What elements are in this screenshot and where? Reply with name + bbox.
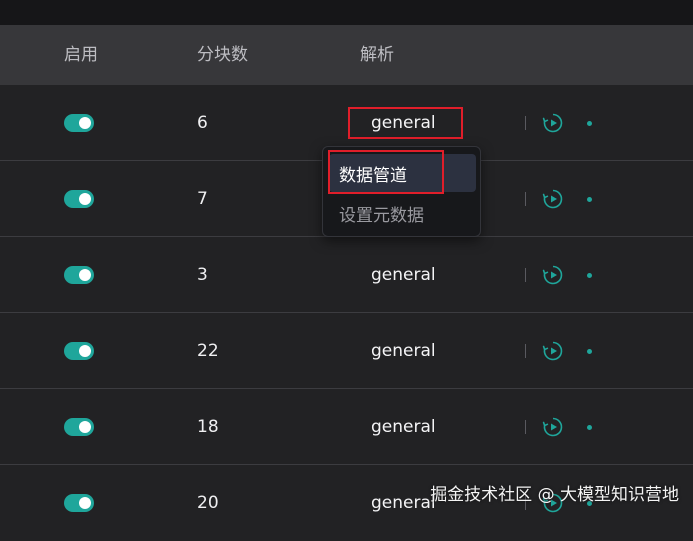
enable-toggle[interactable]: [64, 190, 94, 208]
more-dot-icon[interactable]: [587, 121, 592, 126]
play-refresh-icon[interactable]: [542, 112, 564, 134]
parse-method[interactable]: general: [371, 313, 436, 389]
chunk-count: 6: [197, 85, 208, 161]
column-header-chunks: 分块数: [197, 25, 248, 85]
chunk-count: 7: [197, 161, 208, 237]
chunk-count: 3: [197, 237, 208, 313]
top-bar: [0, 0, 693, 25]
chunk-count: 18: [197, 389, 219, 465]
menu-item-data-pipeline[interactable]: 数据管道: [329, 154, 476, 192]
table-row: 22 general: [0, 313, 693, 389]
menu-item-set-metadata[interactable]: 设置元数据: [329, 197, 476, 229]
play-refresh-icon[interactable]: [542, 340, 564, 362]
divider: [525, 420, 526, 434]
enable-toggle[interactable]: [64, 494, 94, 512]
play-refresh-icon[interactable]: [542, 264, 564, 286]
watermark: 掘金技术社区 @ 大模型知识营地: [430, 480, 679, 505]
divider: [525, 116, 526, 130]
divider: [525, 192, 526, 206]
parse-method[interactable]: general: [371, 389, 436, 465]
enable-toggle[interactable]: [64, 342, 94, 360]
enable-toggle[interactable]: [64, 114, 94, 132]
column-header-parse: 解析: [360, 25, 394, 85]
more-dot-icon[interactable]: [587, 273, 592, 278]
parse-dropdown-menu: 数据管道 设置元数据: [322, 146, 481, 237]
parse-method[interactable]: general: [371, 237, 436, 313]
play-refresh-icon[interactable]: [542, 416, 564, 438]
more-dot-icon[interactable]: [587, 425, 592, 430]
table-row: 3 general: [0, 237, 693, 313]
divider: [525, 268, 526, 282]
enable-toggle[interactable]: [64, 418, 94, 436]
more-dot-icon[interactable]: [587, 197, 592, 202]
table-row: 18 general: [0, 389, 693, 465]
column-header-enabled: 启用: [64, 25, 98, 85]
divider: [525, 344, 526, 358]
more-dot-icon[interactable]: [587, 349, 592, 354]
chunk-count: 22: [197, 313, 219, 389]
chunk-count: 20: [197, 465, 219, 541]
play-refresh-icon[interactable]: [542, 188, 564, 210]
parse-method[interactable]: general: [371, 465, 436, 541]
enable-toggle[interactable]: [64, 266, 94, 284]
table-header: 启用 分块数 解析: [0, 25, 693, 85]
